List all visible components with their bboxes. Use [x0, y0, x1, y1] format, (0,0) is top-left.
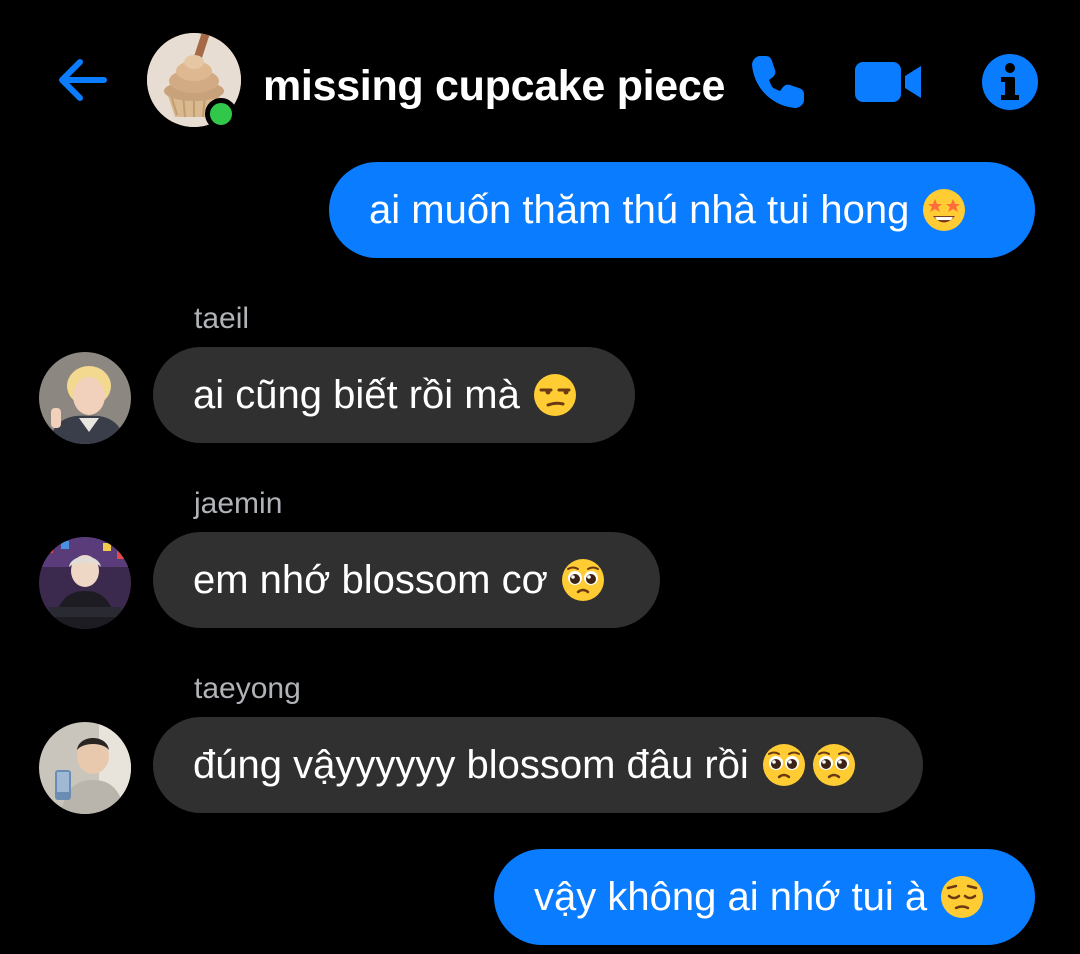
avatar-taeyong[interactable]: [39, 722, 131, 814]
video-call-button[interactable]: [852, 46, 924, 118]
avatar-jaemin[interactable]: [39, 537, 131, 629]
message-bubble-incoming[interactable]: em nhớ blossom cơ: [153, 532, 660, 628]
message-bubble-incoming[interactable]: ai cũng biết rồi mà: [153, 347, 635, 443]
message-text: đúng vậyyyyyy blossom đâu rồi: [193, 742, 749, 787]
pleading-face-emoji-icon: [762, 744, 805, 786]
chat-screen: missing cupcake piece ai muốn thăm thú n…: [0, 0, 1080, 954]
message-text: ai cũng biết rồi mà: [193, 372, 520, 417]
avatar-taeil[interactable]: [39, 352, 131, 444]
message-bubble-outgoing[interactable]: vậy không ai nhớ tui à: [494, 849, 1035, 945]
avatar-image: [39, 722, 131, 814]
phone-icon: [752, 56, 804, 108]
unamused-face-emoji-icon: [533, 374, 576, 416]
pleading-face-emoji-icon: [812, 744, 855, 786]
back-button[interactable]: [50, 48, 114, 112]
sender-name: taeil: [194, 302, 250, 335]
avatar-image: [39, 352, 131, 444]
info-icon: [982, 54, 1038, 110]
video-camera-icon: [855, 62, 921, 102]
message-text: em nhớ blossom cơ: [193, 557, 548, 602]
arrow-left-icon: [59, 59, 107, 101]
pleading-face-emoji-icon: [561, 559, 604, 601]
avatar-image: [39, 537, 131, 629]
sender-name: taeyong: [194, 672, 301, 705]
chat-title[interactable]: missing cupcake piece: [263, 62, 725, 111]
sender-name: jaemin: [194, 487, 283, 520]
message-text: vậy không ai nhớ tui à: [534, 874, 928, 919]
info-button[interactable]: [974, 46, 1046, 118]
voice-call-button[interactable]: [742, 46, 814, 118]
online-status-dot: [205, 98, 237, 130]
message-text: ai muốn thăm thú nhà tui hong: [369, 187, 910, 232]
chat-header: missing cupcake piece: [0, 0, 1080, 150]
message-bubble-outgoing[interactable]: ai muốn thăm thú nhà tui hong: [329, 162, 1035, 258]
message-bubble-incoming[interactable]: đúng vậyyyyyy blossom đâu rồi: [153, 717, 923, 813]
pensive-face-emoji-icon: [941, 876, 984, 918]
star-struck-emoji-icon: [923, 189, 966, 231]
